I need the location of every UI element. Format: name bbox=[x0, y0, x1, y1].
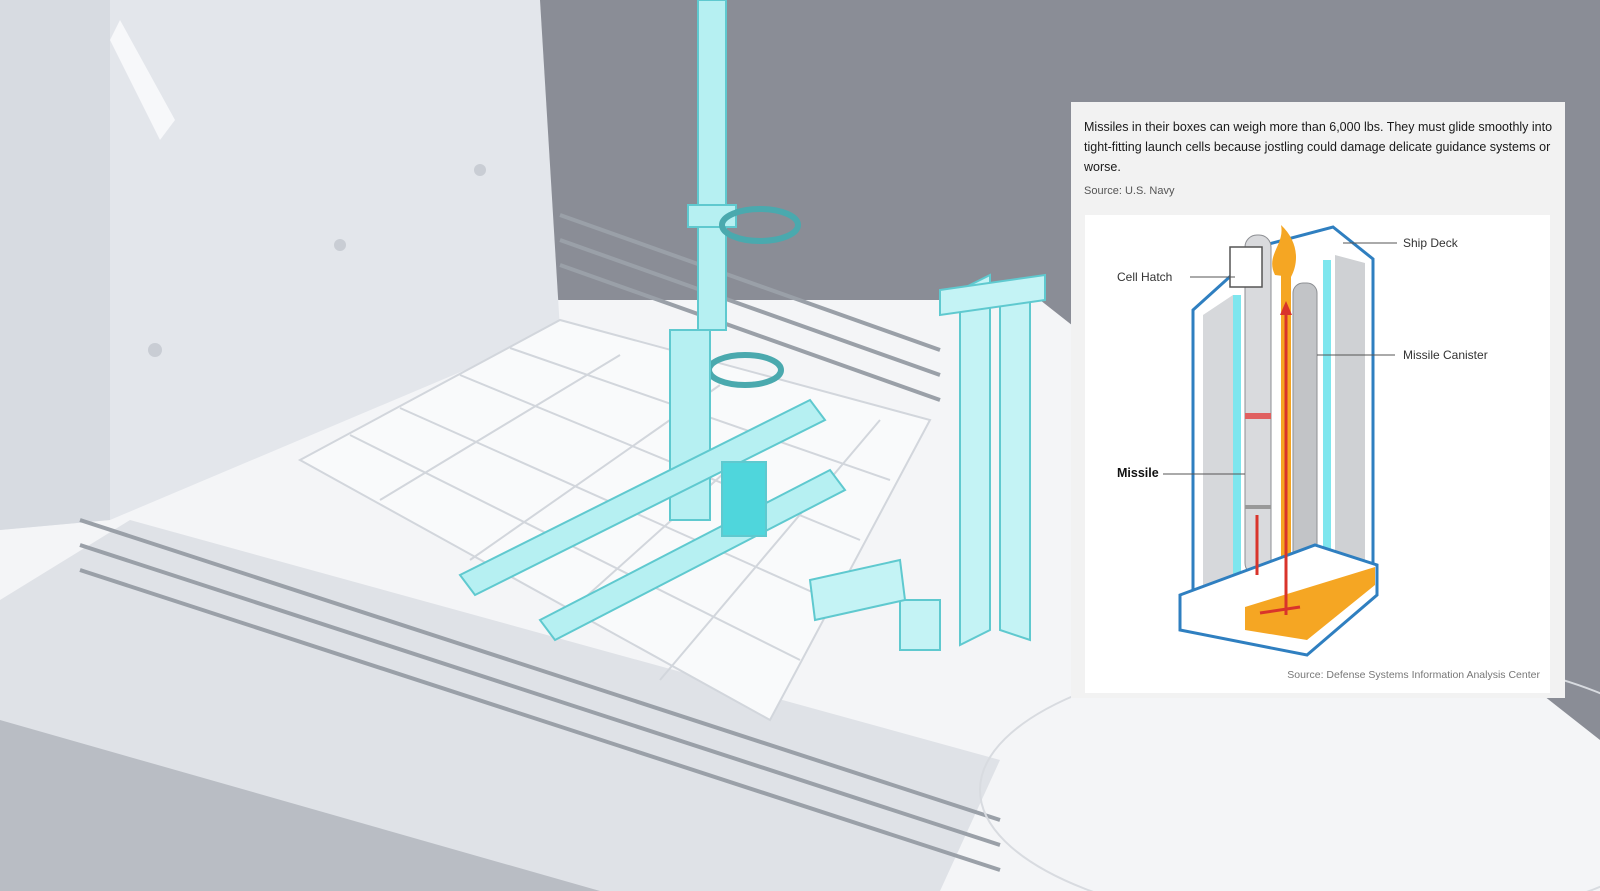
bolt-decor bbox=[474, 164, 486, 176]
cell-hatch bbox=[1229, 246, 1263, 288]
label-missile: Missile bbox=[1117, 466, 1159, 480]
bolt-decor bbox=[334, 239, 346, 251]
label-cell-hatch: Cell Hatch bbox=[1117, 270, 1173, 284]
panel-caption: Missiles in their boxes can weigh more t… bbox=[1084, 120, 1553, 174]
label-missile-canister: Missile Canister bbox=[1403, 348, 1488, 362]
missile-canister bbox=[1292, 282, 1318, 564]
exhaust-flame bbox=[1272, 225, 1297, 277]
launch-cell-diagram: Ship Deck Cell Hatch Missile Canister Mi… bbox=[1085, 215, 1550, 693]
cell-glow bbox=[1323, 260, 1331, 560]
diagram-source: Source: Defense Systems Information Anal… bbox=[1287, 669, 1540, 681]
bolt-decor bbox=[148, 343, 162, 357]
cell-wall-right bbox=[1335, 255, 1365, 575]
cell-wall-left bbox=[1203, 295, 1233, 615]
panel-source: Source: U.S. Navy bbox=[1084, 185, 1175, 197]
launch-cell-illustration bbox=[1163, 225, 1397, 657]
label-ship-deck: Ship Deck bbox=[1403, 236, 1458, 250]
info-panel: Missiles in their boxes can weigh more t… bbox=[1071, 102, 1565, 698]
superstructure-side bbox=[0, 0, 110, 530]
missile-band bbox=[1245, 505, 1271, 509]
cell-glow bbox=[1233, 295, 1241, 600]
missile-band bbox=[1245, 413, 1271, 419]
